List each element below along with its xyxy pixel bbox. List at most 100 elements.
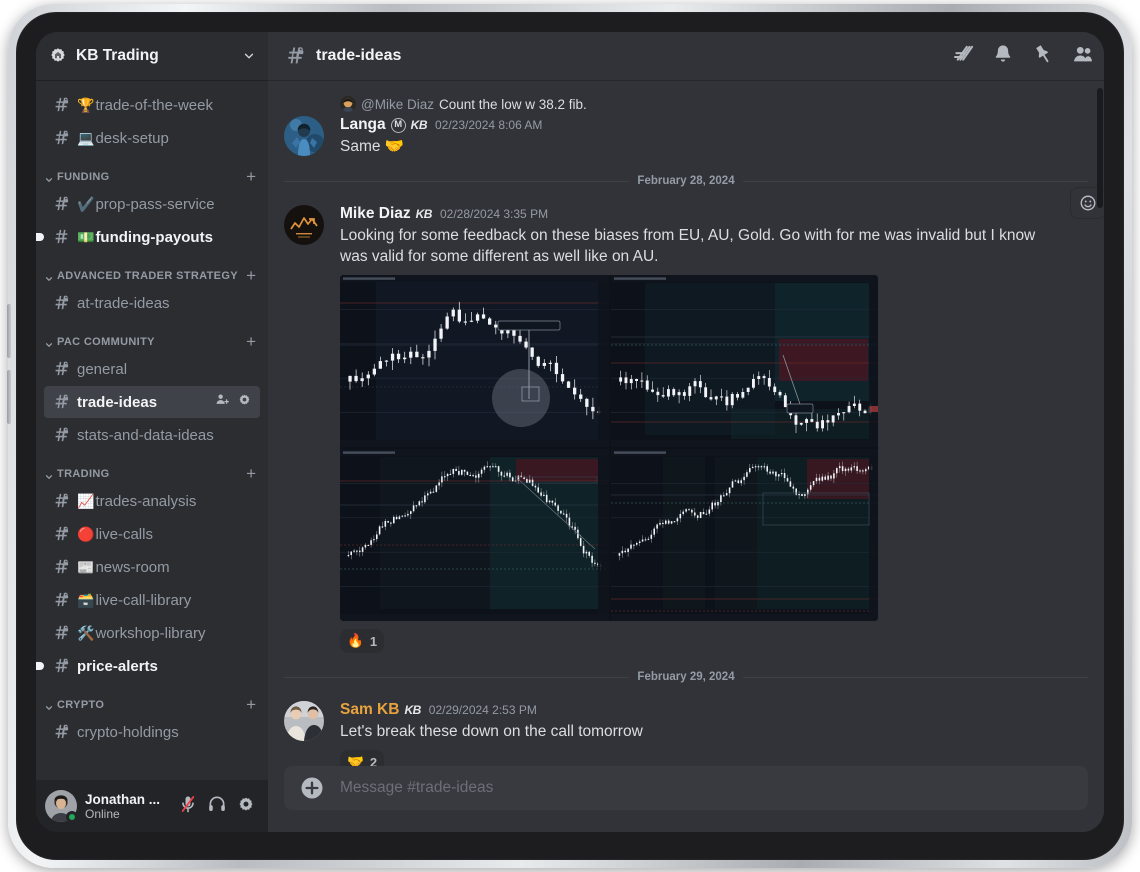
create-channel-button[interactable]: + <box>246 168 260 185</box>
sidebar-item-live-call-library[interactable]: 🗃️live-call-library <box>44 584 260 616</box>
reaction[interactable]: 🤝 2 <box>340 750 385 766</box>
create-channel-button[interactable]: + <box>246 333 260 350</box>
message[interactable]: Mike Diaz KB 02/28/2024 3:35 PM Looking … <box>268 187 1104 655</box>
status-dot-online <box>66 811 78 823</box>
volume-up-button[interactable] <box>7 304 11 358</box>
message-author[interactable]: Mike Diaz <box>340 203 411 225</box>
user-panel[interactable]: Jonathan ... Online <box>36 780 268 832</box>
sidebar-item-label: at-trade-ideas <box>77 295 254 312</box>
category-funding[interactable]: FUNDING + <box>36 155 268 187</box>
avatar[interactable] <box>284 701 324 741</box>
category-label: PAC COMMUNITY <box>57 336 155 348</box>
avatar <box>340 96 356 112</box>
sidebar-item-workshop-library[interactable]: 🛠️workshop-library <box>44 617 260 649</box>
sidebar-item-desk-setup[interactable]: 💻desk-setup <box>44 122 260 154</box>
divider-line <box>284 180 630 182</box>
hash-lock-icon <box>52 557 72 577</box>
reaction[interactable]: 🔥 1 <box>340 629 385 653</box>
attachment-chart-au[interactable] <box>611 275 878 447</box>
attachment-chart-gold[interactable] <box>340 449 609 621</box>
sidebar-item-label: 🏆trade-of-the-week <box>77 97 254 114</box>
channel-name-text: crypto-holdings <box>77 723 179 741</box>
channel-title: trade-ideas <box>316 47 402 64</box>
create-channel-button[interactable]: + <box>246 696 260 713</box>
sidebar-item-funding-payouts[interactable]: 💵funding-payouts <box>36 221 260 253</box>
sidebar-item-news-room[interactable]: 📰news-room <box>44 551 260 583</box>
sidebar-item-live-calls[interactable]: 🔴live-calls <box>44 518 260 550</box>
main-content: trade-ideas @Mike Diaz Count the low w 3… <box>268 32 1104 832</box>
avatar[interactable] <box>284 205 324 245</box>
message-author[interactable]: Langa <box>340 114 386 136</box>
sidebar-item-label: ✔️prop-pass-service <box>77 196 254 213</box>
channel-list[interactable]: 🏆trade-of-the-week 💻desk-setup FUNDING + ✔… <box>36 80 268 780</box>
message[interactable]: @Mike Diaz Count the low w 38.2 fib. Lan… <box>268 94 1104 159</box>
category-crypto[interactable]: CRYPTO + <box>36 683 268 715</box>
add-attachment-button[interactable] <box>300 776 324 800</box>
chevron-down-icon <box>44 172 54 182</box>
gear-icon[interactable] <box>236 794 256 819</box>
avatar[interactable] <box>45 790 78 823</box>
chevron-down-icon[interactable] <box>242 49 256 63</box>
gear-icon[interactable] <box>237 392 252 412</box>
sidebar-item-label: trade-ideas <box>77 394 215 411</box>
message-header: Langa M KB 02/23/2024 8:06 AM <box>340 114 1056 136</box>
message-author[interactable]: Sam KB <box>340 699 399 721</box>
sidebar-item-crypto-holdings[interactable]: crypto-holdings <box>44 716 260 748</box>
sidebar-item-trades-analysis[interactable]: 📈trades-analysis <box>44 485 260 517</box>
pin-icon[interactable] <box>1032 43 1054 70</box>
date-divider: February 28, 2024 <box>284 175 1089 187</box>
category-pac-community[interactable]: PAC COMMUNITY + <box>36 320 268 352</box>
members-icon[interactable] <box>1072 43 1094 70</box>
hash-lock-icon <box>52 722 72 742</box>
chart-attachments[interactable] <box>340 275 878 621</box>
message[interactable]: Sam KB KB 02/29/2024 2:53 PM Let's break… <box>268 697 1104 766</box>
message-timestamp: 02/29/2024 2:53 PM <box>428 703 537 717</box>
sidebar-item-general[interactable]: general <box>44 353 260 385</box>
message-scrollbar[interactable] <box>1097 88 1103 208</box>
message-text: Same 🤝 <box>340 138 405 155</box>
category-label: TRADING <box>57 468 110 480</box>
server-header[interactable]: KB Trading <box>36 32 268 80</box>
sidebar-item-label: 🔴live-calls <box>77 526 254 543</box>
role-badge-kb: KB <box>410 118 428 132</box>
mic-muted-icon[interactable] <box>178 794 198 819</box>
avatar[interactable] <box>284 116 324 156</box>
channel-emoji: 🔴 <box>77 525 95 542</box>
create-channel-button[interactable]: + <box>246 267 260 284</box>
attachment-chart-eu[interactable] <box>340 275 609 447</box>
sidebar-item-label: crypto-holdings <box>77 724 254 741</box>
message-body: Sam KB KB 02/29/2024 2:53 PM Let's break… <box>340 699 1056 766</box>
add-member-icon[interactable] <box>215 392 230 412</box>
attachment-chart-extra[interactable] <box>611 449 878 621</box>
sidebar-item-trade-of-the-week[interactable]: 🏆trade-of-the-week <box>44 89 260 121</box>
sidebar-item-trade-ideas[interactable]: trade-ideas <box>44 386 260 418</box>
sidebar-item-at-trade-ideas[interactable]: at-trade-ideas <box>44 287 260 319</box>
message-text: Let's break these down on the call tomor… <box>340 723 643 740</box>
threads-icon[interactable] <box>951 42 974 70</box>
create-channel-button[interactable]: + <box>246 465 260 482</box>
hash-lock-icon <box>52 128 72 148</box>
sidebar-item-label: 🗃️live-call-library <box>77 592 254 609</box>
hash-lock-icon <box>52 95 72 115</box>
reply-context[interactable]: @Mike Diaz Count the low w 38.2 fib. <box>340 96 1056 112</box>
channel-emoji: 📈 <box>77 492 95 509</box>
sidebar-item-price-alerts[interactable]: price-alerts <box>36 650 260 682</box>
category-advanced-trader-strategy[interactable]: ADVANCED TRADER STRATEGY + <box>36 254 268 286</box>
user-panel-icons <box>178 794 260 819</box>
sidebar-item-stats-and-data-ideas[interactable]: stats-and-data-ideas <box>44 419 260 451</box>
sidebar-item-prop-pass-service[interactable]: ✔️prop-pass-service <box>44 188 260 220</box>
volume-down-button[interactable] <box>7 370 11 424</box>
bell-icon[interactable] <box>992 43 1014 70</box>
role-badge-kb: KB <box>404 703 421 717</box>
message-body: Mike Diaz KB 02/28/2024 3:35 PM Looking … <box>340 203 1056 653</box>
message-input-placeholder[interactable]: Message #trade-ideas <box>340 779 493 797</box>
divider-label: February 29, 2024 <box>637 671 735 683</box>
channel-emoji: ✔️ <box>77 195 95 212</box>
message-composer[interactable]: Message #trade-ideas <box>284 766 1088 810</box>
user-name: Jonathan ... <box>85 791 161 807</box>
category-trading[interactable]: TRADING + <box>36 452 268 484</box>
headset-icon[interactable] <box>207 794 227 819</box>
channel-name-text: trade-of-the-week <box>95 96 213 114</box>
sidebar-item-label: 📈trades-analysis <box>77 493 254 510</box>
message-list[interactable]: @Mike Diaz Count the low w 38.2 fib. Lan… <box>268 80 1104 766</box>
